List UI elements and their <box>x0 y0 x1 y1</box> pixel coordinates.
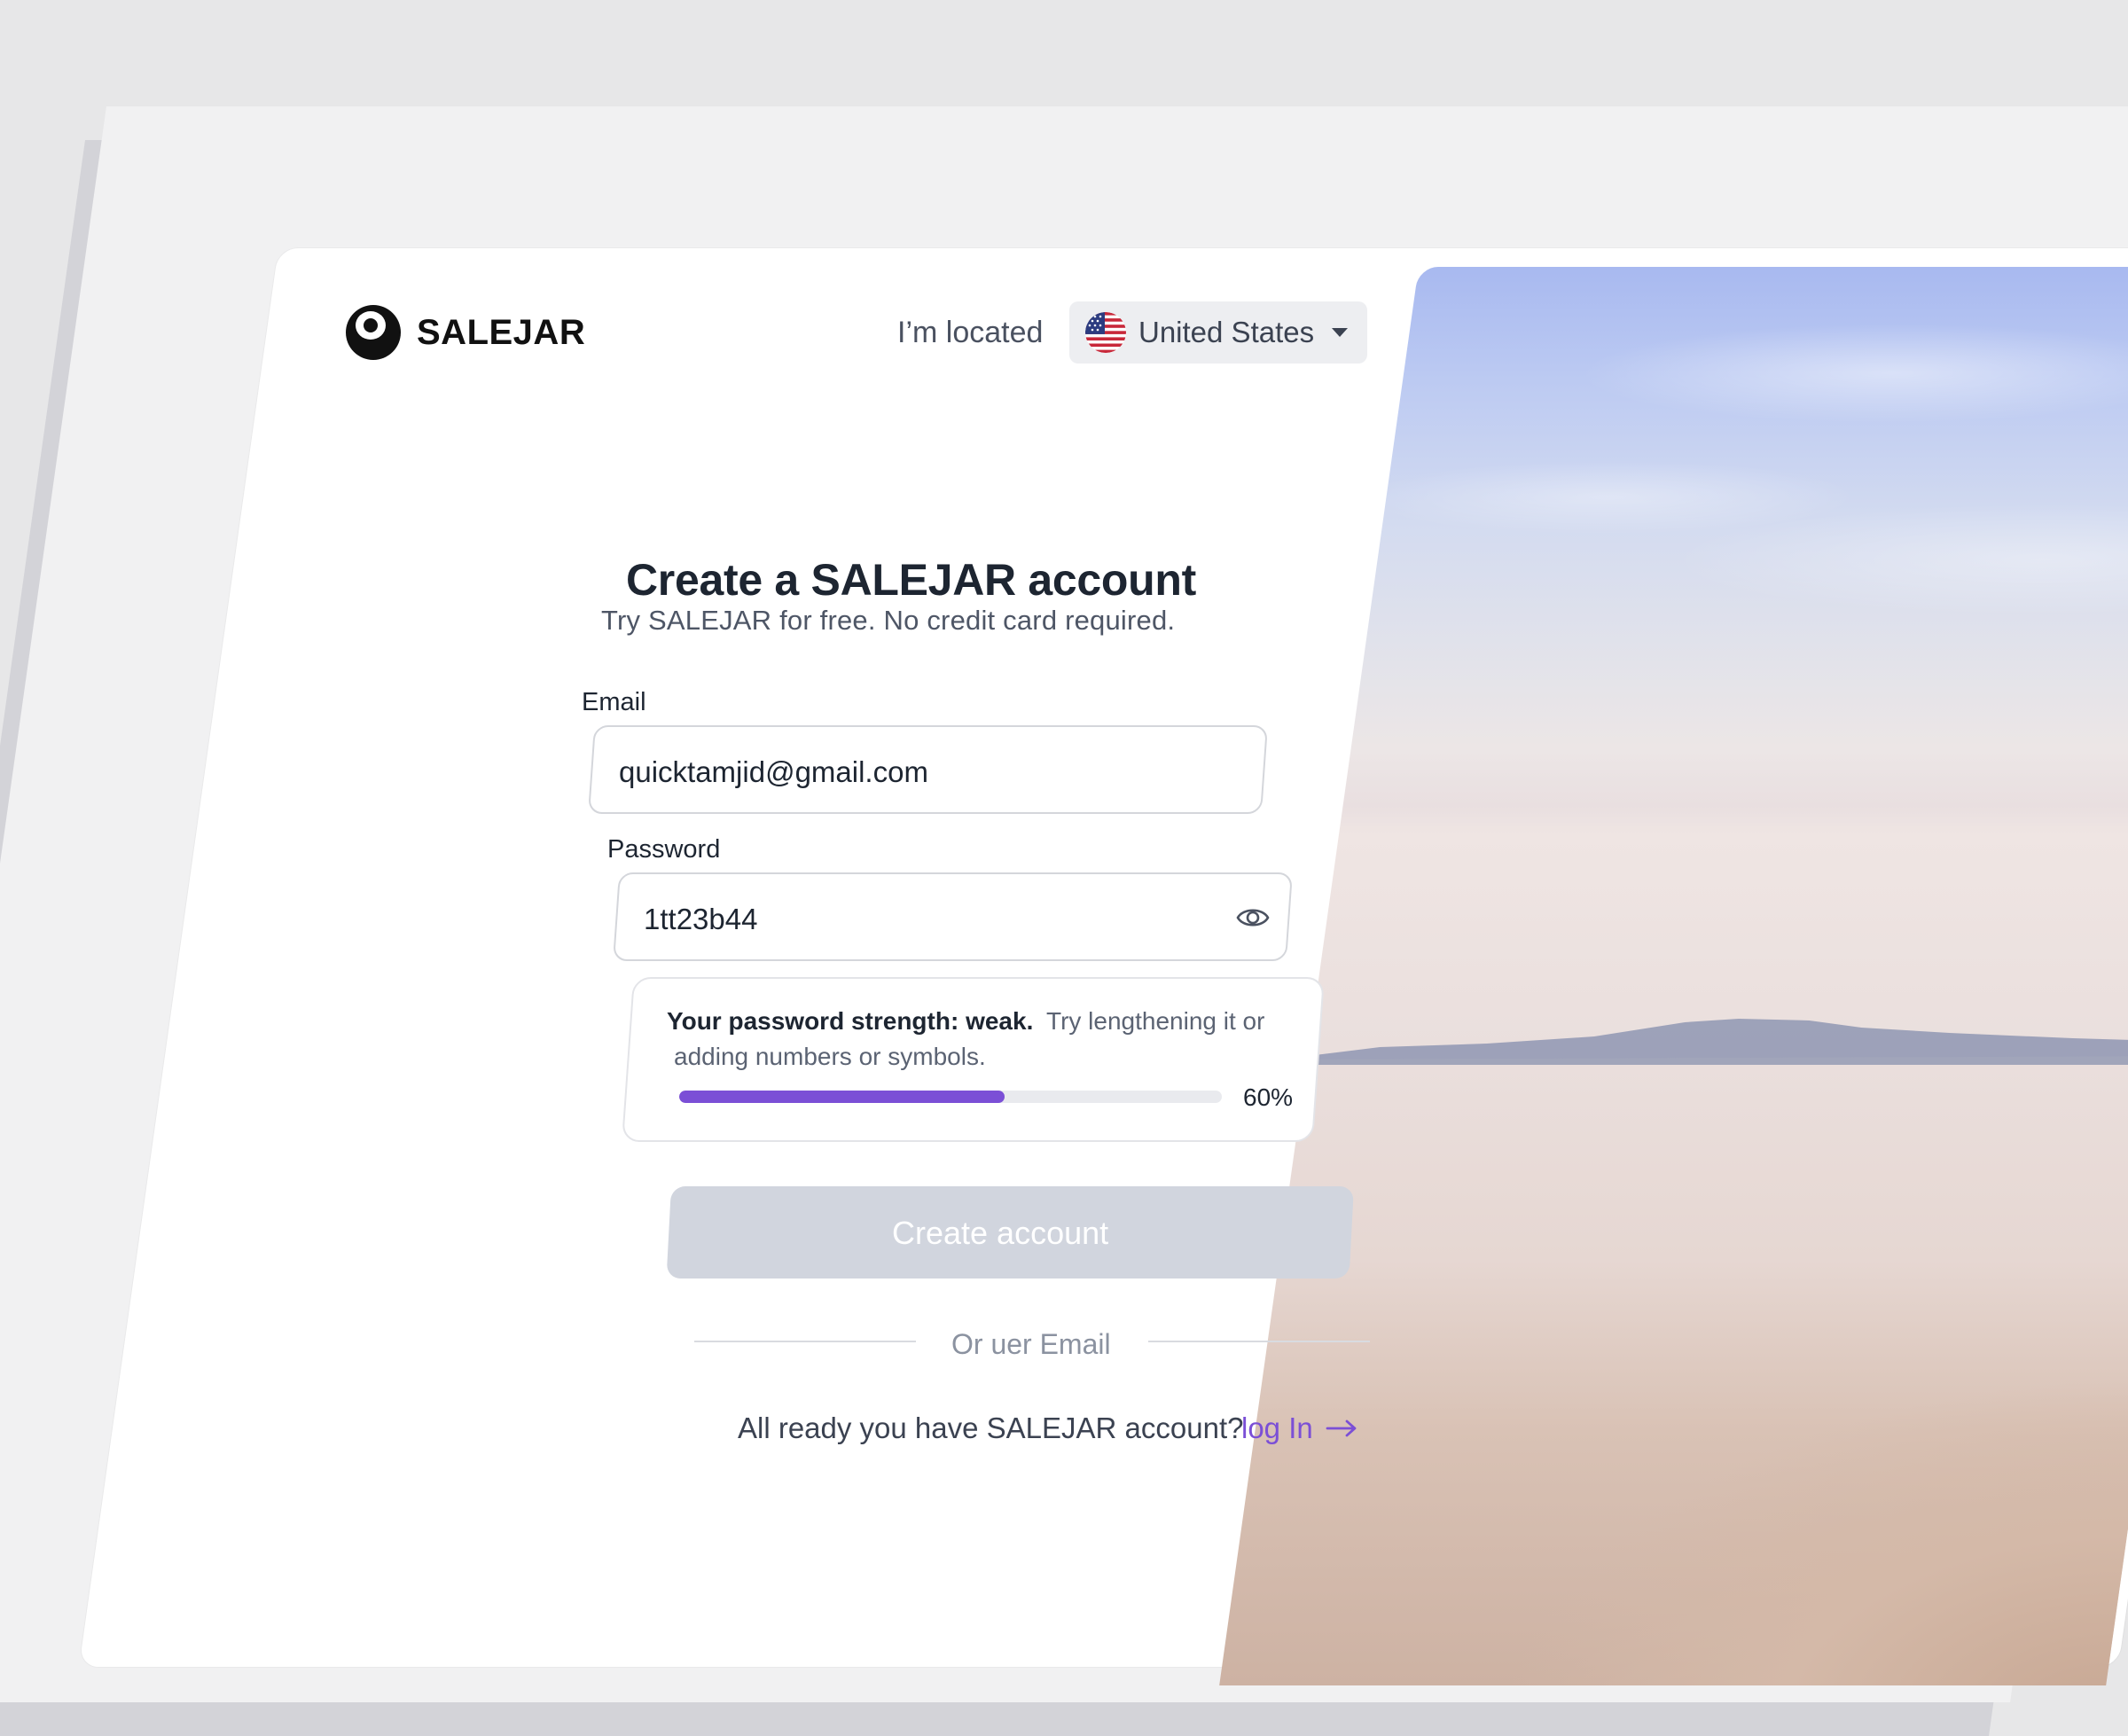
login-question: All ready you have SALEJAR account? <box>738 1411 1244 1444</box>
located-label: I’m located <box>897 316 1044 349</box>
country-value: United States <box>1138 316 1315 348</box>
login-link-label[interactable]: log In <box>1241 1411 1313 1445</box>
email-label: Email <box>582 688 646 716</box>
caret-down-icon <box>1332 328 1349 337</box>
page-title: Create a SALEJAR account <box>626 555 1196 605</box>
create-account-label[interactable]: Create account <box>892 1215 1108 1252</box>
arrow-right-icon[interactable] <box>1326 1419 1357 1437</box>
salejar-logo-icon <box>346 305 401 360</box>
brand-logo[interactable]: SALEJAR <box>344 303 585 362</box>
divider-right <box>1148 1341 1370 1342</box>
password-value[interactable]: 1tt23b44 <box>644 903 757 936</box>
divider-label: Or uer Email <box>951 1328 1111 1360</box>
login-link[interactable]: log In <box>1241 1411 1357 1445</box>
us-flag-icon <box>1085 312 1126 353</box>
strength-percent: 60% <box>1243 1083 1294 1111</box>
strength-bar-fill <box>679 1091 1005 1103</box>
page-subtitle: Try SALEJAR for free. No credit card req… <box>601 605 1176 636</box>
strength-hint-line2: adding numbers or symbols. <box>674 1043 986 1070</box>
clouds <box>1321 267 2128 639</box>
divider-left <box>694 1341 916 1342</box>
brand-name: SALEJAR <box>417 312 586 352</box>
email-value[interactable]: quicktamjid@gmail.com <box>619 755 928 789</box>
country-selector[interactable]: United States <box>1069 301 1367 364</box>
eye-icon[interactable] <box>1235 903 1271 933</box>
password-label: Password <box>607 835 721 864</box>
strength-title: Your password strength: weak. <box>667 1007 1034 1035</box>
sand <box>1219 1269 2128 1685</box>
strength-bar <box>679 1091 1222 1103</box>
strength-hint-line1: Try lengthening it or <box>1046 1007 1265 1035</box>
distant-hills <box>1306 1019 2128 1065</box>
